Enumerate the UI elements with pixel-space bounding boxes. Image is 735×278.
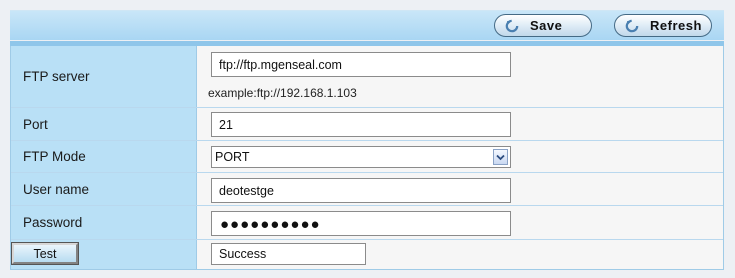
password-label: Password	[11, 206, 197, 239]
password-row: Password ●●●●●●●●●●	[11, 206, 723, 240]
user-name-row: User name	[11, 173, 723, 206]
ftp-server-example-hint: example:ftp://192.168.1.103	[208, 86, 357, 100]
save-button[interactable]: Save	[494, 14, 592, 37]
toolbar: Save Refresh	[10, 10, 724, 40]
ftp-mode-select[interactable]: PORT	[211, 146, 511, 168]
refresh-cycle-icon	[505, 19, 519, 32]
port-label: Port	[11, 108, 197, 140]
ftp-server-input[interactable]	[211, 52, 511, 77]
ftp-server-row: FTP server example:ftp://192.168.1.103	[11, 46, 723, 108]
ftp-mode-label: FTP Mode	[11, 141, 197, 172]
password-masked-value: ●●●●●●●●●●	[220, 216, 321, 233]
refresh-button[interactable]: Refresh	[614, 14, 712, 37]
ftp-settings-form: FTP server example:ftp://192.168.1.103 P…	[10, 46, 724, 270]
ftp-mode-selected-value: PORT	[215, 150, 250, 164]
save-button-label: Save	[530, 18, 563, 33]
password-input[interactable]: ●●●●●●●●●●	[211, 211, 511, 236]
test-button[interactable]: Test	[11, 242, 79, 265]
test-result-field	[211, 243, 366, 265]
port-input[interactable]	[211, 112, 511, 137]
test-button-label: Test	[33, 246, 57, 261]
test-cell: Test	[11, 240, 197, 269]
port-row: Port	[11, 108, 723, 141]
user-name-label: User name	[11, 173, 197, 205]
ftp-server-label: FTP server	[11, 46, 197, 107]
chevron-down-icon[interactable]	[493, 149, 508, 165]
test-row: Test	[11, 240, 723, 269]
ftp-mode-row: FTP Mode PORT	[11, 141, 723, 173]
refresh-cycle-icon	[625, 19, 639, 32]
refresh-button-label: Refresh	[650, 18, 702, 33]
user-name-input[interactable]	[211, 178, 511, 203]
